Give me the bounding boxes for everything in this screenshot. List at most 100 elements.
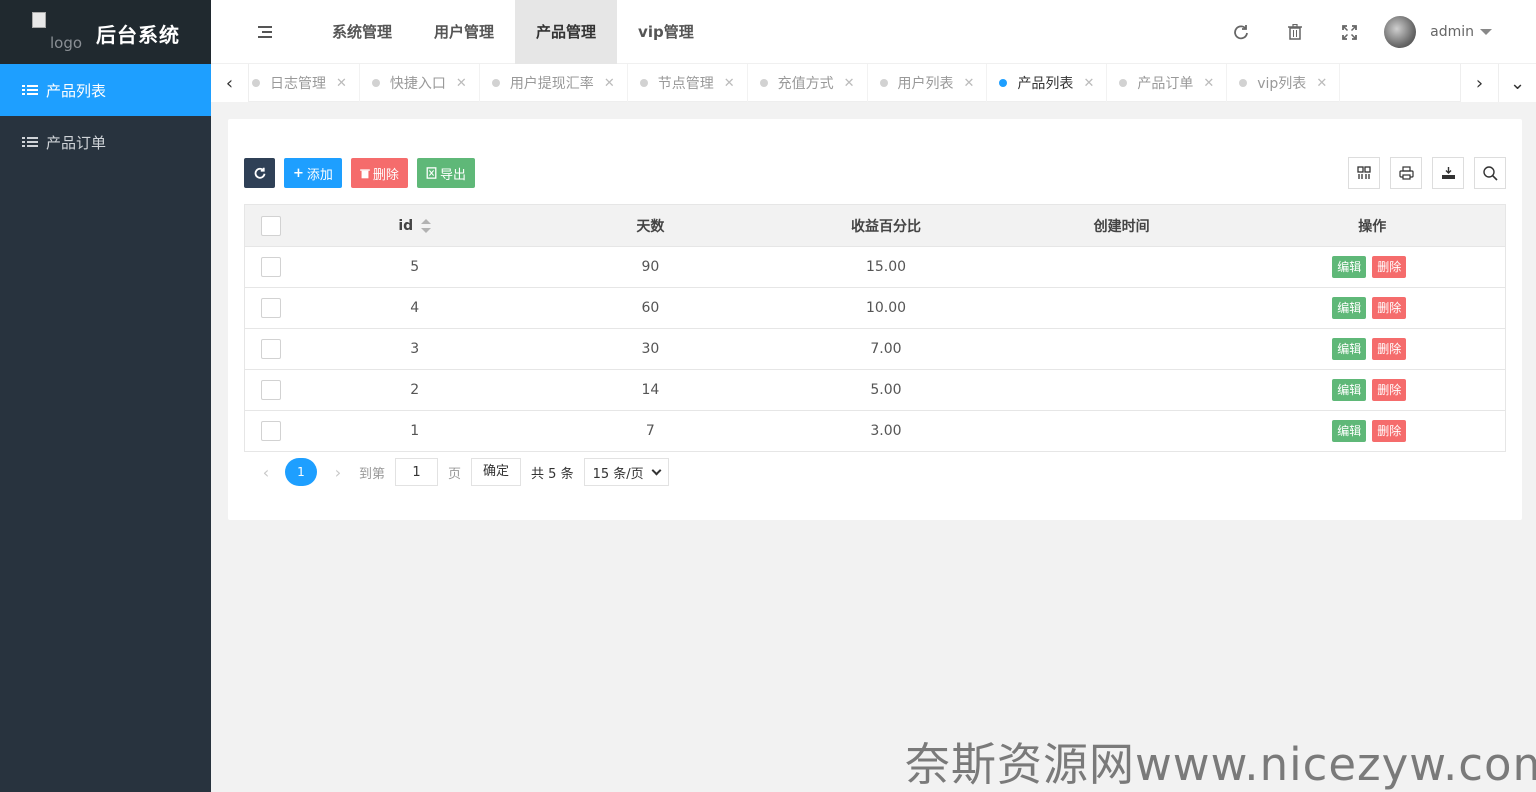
tab-dot-icon xyxy=(252,79,260,87)
trash-icon[interactable] xyxy=(1268,0,1322,64)
tab-product-list[interactable]: 产品列表 ✕ xyxy=(987,64,1108,102)
tab-label: 用户提现汇率 xyxy=(509,76,594,92)
tab-node-management[interactable]: 节点管理 ✕ xyxy=(628,64,748,102)
user-menu[interactable]: admin xyxy=(1384,16,1492,48)
edit-button[interactable]: 编辑 xyxy=(1332,256,1367,278)
tab-vip-list[interactable]: vip列表 ✕ xyxy=(1227,64,1341,102)
tab-recharge-method[interactable]: 充值方式 ✕ xyxy=(748,64,868,102)
cell-id: 1 xyxy=(410,423,420,439)
nav-system-management[interactable]: 系统管理 xyxy=(311,0,413,64)
tab-dot-icon xyxy=(1239,79,1248,87)
close-icon[interactable]: ✕ xyxy=(1316,76,1327,91)
caret-down-icon xyxy=(1480,29,1492,35)
sort-icon[interactable] xyxy=(421,218,432,233)
cell-percent: 7.00 xyxy=(870,341,902,357)
delete-button-label: 删除 xyxy=(372,167,399,183)
refresh-button[interactable] xyxy=(244,158,275,188)
page-current[interactable]: 1 xyxy=(285,458,317,486)
chevron-down-icon xyxy=(651,465,662,475)
row-checkbox[interactable] xyxy=(260,257,281,277)
menu-toggle-icon[interactable] xyxy=(258,25,274,39)
tab-dot-icon xyxy=(371,79,380,87)
row-delete-button[interactable]: 删除 xyxy=(1372,420,1407,442)
refresh-icon[interactable] xyxy=(1214,0,1268,64)
logo-image: logo xyxy=(32,12,88,54)
sidebar-item-product-list[interactable]: 产品列表 xyxy=(0,64,211,116)
table-row: 5 90 15.00 编辑 删除 xyxy=(245,246,1505,287)
column-header-id[interactable]: id xyxy=(297,218,533,234)
select-all-checkbox[interactable] xyxy=(260,215,281,236)
close-icon[interactable]: ✕ xyxy=(604,76,615,91)
tab-quick-entry[interactable]: 快捷入口 ✕ xyxy=(360,64,480,102)
tab-product-orders[interactable]: 产品订单 ✕ xyxy=(1107,64,1228,102)
tab-dot-icon xyxy=(639,79,648,87)
cell-days: 90 xyxy=(641,259,660,275)
nav-vip-management[interactable]: vip管理 xyxy=(617,0,715,64)
edit-button[interactable]: 编辑 xyxy=(1332,338,1367,360)
list-icon xyxy=(22,84,38,96)
close-icon[interactable]: ✕ xyxy=(844,76,855,91)
sidebar-item-product-orders[interactable]: 产品订单 xyxy=(0,116,211,168)
export-button[interactable]: 导出 xyxy=(416,158,475,188)
tab-dot-icon xyxy=(1119,79,1128,87)
close-icon[interactable]: ✕ xyxy=(964,76,975,91)
product-table: id 天数 收益百分比 创建时间 操作 5 90 15.00 编辑 删除 4 60… xyxy=(244,204,1506,452)
tab-menu-chevron-down-icon[interactable]: ⌄ xyxy=(1498,64,1536,102)
close-icon[interactable]: ✕ xyxy=(724,76,735,91)
open-tabs: 日志管理 ✕ 快捷入口 ✕ 用户提现汇率 ✕ 节点管理 ✕ 充值方式 ✕ 用户列表 ✕ 产品… xyxy=(240,64,1341,102)
close-icon[interactable]: ✕ xyxy=(456,76,467,91)
goto-confirm-button[interactable]: 确定 xyxy=(471,458,522,486)
fullscreen-icon[interactable] xyxy=(1322,0,1376,64)
row-delete-button[interactable]: 删除 xyxy=(1372,338,1407,360)
page-size-select[interactable]: 15 条/页 xyxy=(583,458,669,486)
page-size-value: 15 条/页 xyxy=(592,466,644,482)
row-delete-button[interactable]: 删除 xyxy=(1372,297,1407,319)
close-icon[interactable]: ✕ xyxy=(1203,76,1214,91)
row-checkbox[interactable] xyxy=(260,339,281,359)
trash-icon xyxy=(360,168,370,178)
tab-label: 日志管理 xyxy=(270,76,326,92)
table-row: 4 60 10.00 编辑 删除 xyxy=(245,287,1505,328)
cell-id: 3 xyxy=(410,341,420,357)
tab-scroll-right-icon[interactable]: › xyxy=(1460,64,1498,102)
table-tools xyxy=(1338,157,1506,189)
header-actions: admin xyxy=(1214,0,1536,64)
columns-icon[interactable] xyxy=(1348,157,1380,189)
row-checkbox[interactable] xyxy=(260,380,281,400)
goto-page-input[interactable] xyxy=(395,458,439,486)
row-delete-button[interactable]: 删除 xyxy=(1372,256,1407,278)
delete-button[interactable]: 删除 xyxy=(350,158,408,188)
cell-percent: 10.00 xyxy=(865,300,907,316)
export-icon[interactable] xyxy=(1432,157,1464,189)
print-icon[interactable] xyxy=(1390,157,1422,189)
tab-withdraw-rate[interactable]: 用户提现汇率 ✕ xyxy=(480,64,628,102)
next-page-icon[interactable]: › xyxy=(327,463,349,482)
nav-user-management[interactable]: 用户管理 xyxy=(413,0,515,64)
close-icon[interactable]: ✕ xyxy=(1083,76,1094,91)
tab-dot-icon xyxy=(759,79,768,87)
prev-page-icon[interactable]: ‹ xyxy=(255,463,277,482)
tab-user-list[interactable]: 用户列表 ✕ xyxy=(868,64,988,102)
row-checkbox[interactable] xyxy=(260,421,281,441)
username: admin xyxy=(1430,24,1474,40)
tab-label: 产品订单 xyxy=(1137,76,1194,92)
edit-button[interactable]: 编辑 xyxy=(1332,297,1367,319)
edit-button[interactable]: 编辑 xyxy=(1332,420,1367,442)
nav-product-management[interactable]: 产品管理 xyxy=(515,0,618,64)
tab-log-management[interactable]: 日志管理 ✕ xyxy=(240,64,360,102)
cell-percent: 15.00 xyxy=(865,259,907,275)
cell-days: 30 xyxy=(641,341,660,357)
edit-button[interactable]: 编辑 xyxy=(1332,379,1367,401)
search-icon[interactable] xyxy=(1474,157,1506,189)
add-button[interactable]: + 添加 xyxy=(284,158,342,188)
watermark: 奈斯资源网www.nicezyw.com xyxy=(905,738,1536,791)
tab-label: 快捷入口 xyxy=(389,76,446,92)
content-card: + 添加 删除 导出 id 天数 收益百分比 创建时间 操作 5 90 15.0… xyxy=(228,119,1522,520)
export-button-label: 导出 xyxy=(439,167,466,183)
cell-percent: 5.00 xyxy=(870,382,902,398)
close-icon[interactable]: ✕ xyxy=(336,76,347,91)
tab-label: vip列表 xyxy=(1257,76,1307,92)
row-checkbox[interactable] xyxy=(260,298,281,318)
row-delete-button[interactable]: 删除 xyxy=(1372,379,1407,401)
logo-alt-text: logo xyxy=(50,34,83,52)
